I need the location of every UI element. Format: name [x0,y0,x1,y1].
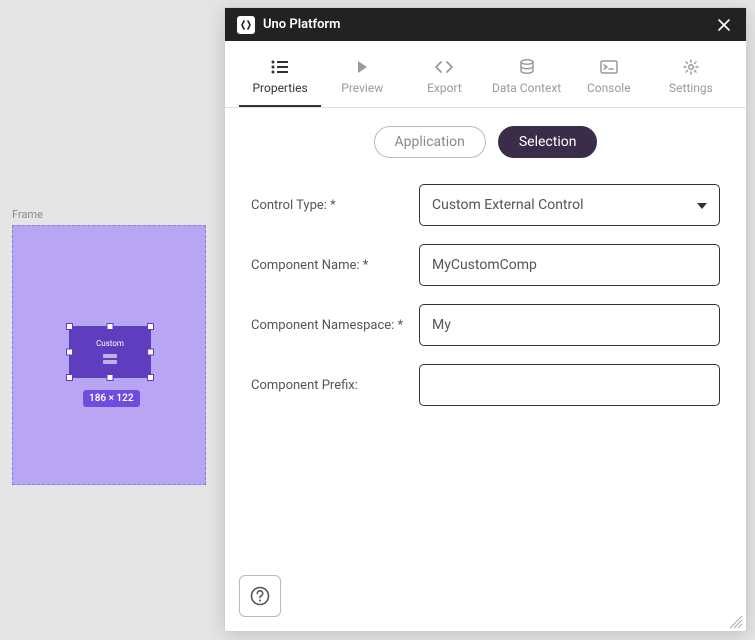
component-namespace-input[interactable] [419,304,720,346]
tab-label: Console [587,81,631,95]
frame[interactable]: Custom 186 × 122 [12,225,206,485]
subtab-selection[interactable]: Selection [498,126,598,158]
chevron-down-icon [697,197,707,213]
tab-export[interactable]: Export [403,55,485,107]
code-icon [435,59,453,75]
frame-label: Frame [12,208,208,221]
tab-settings[interactable]: Settings [650,55,732,107]
selection-size-badge: 186 × 122 [83,390,140,407]
component-prefix-label: Component Prefix: [251,378,419,393]
subtab-bar: Application Selection [225,108,746,176]
component-tag: Custom [96,339,124,348]
tab-label: Data Context [492,81,561,95]
help-button[interactable] [239,575,281,617]
custom-component[interactable]: Custom [69,326,151,378]
component-name-input[interactable] [419,244,720,286]
close-button[interactable] [714,15,734,35]
design-canvas[interactable]: Frame Custom 186 × 122 [0,0,220,640]
tab-preview[interactable]: Preview [321,55,403,107]
tab-console[interactable]: Console [568,55,650,107]
properties-form: Control Type: * Custom External Control … [225,176,746,432]
subtab-application[interactable]: Application [374,126,486,158]
component-name-label: Component Name: * [251,258,419,273]
tab-label: Export [427,81,462,95]
resize-handle-n[interactable] [107,323,114,330]
properties-panel: Uno Platform Properties Preview Export [224,7,747,632]
play-icon [353,59,371,75]
tab-label: Properties [252,81,307,95]
component-prefix-input[interactable] [419,364,720,406]
help-icon [250,586,270,606]
panel-footer [225,561,746,631]
tab-label: Preview [341,81,383,95]
resize-handle-s[interactable] [107,374,114,381]
titlebar[interactable]: Uno Platform [225,8,746,41]
resize-handle-nw[interactable] [66,323,73,330]
resize-handle-w[interactable] [66,349,73,356]
panel-title: Uno Platform [263,17,714,32]
control-type-value: Custom External Control [432,197,584,213]
terminal-icon [600,59,618,75]
database-icon [518,59,536,75]
resize-handle-se[interactable] [147,374,154,381]
control-type-label: Control Type: * [251,198,419,213]
control-type-select[interactable]: Custom External Control [419,184,720,226]
tab-bar: Properties Preview Export Data Context C… [225,41,746,108]
tab-properties[interactable]: Properties [239,55,321,107]
gear-icon [682,59,700,75]
component-namespace-label: Component Namespace: * [251,318,419,333]
list-icon [271,59,289,75]
app-logo-icon [237,16,255,34]
resize-handle-ne[interactable] [147,323,154,330]
close-icon [717,18,731,32]
tab-data-context[interactable]: Data Context [486,55,568,107]
resize-grip[interactable] [729,614,743,628]
resize-handle-sw[interactable] [66,374,73,381]
resize-handle-e[interactable] [147,349,154,356]
tab-label: Settings [669,81,713,95]
